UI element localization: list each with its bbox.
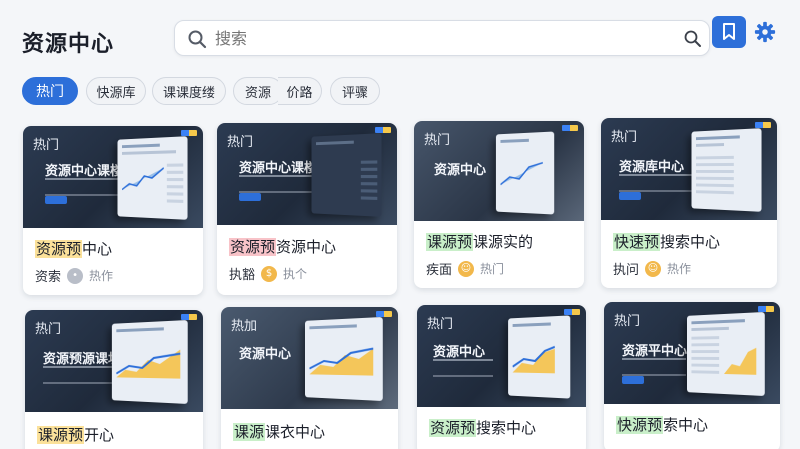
card-meta: 疾面 ☺ 热门 [426, 260, 505, 278]
card-thumbnail: 热加 资源中心 [221, 307, 398, 409]
tab-price[interactable]: 价路 [278, 77, 322, 105]
tab-resources[interactable]: 资源 [233, 77, 283, 105]
coin-icon: $ [261, 265, 278, 282]
resource-card[interactable]: 热加 资源中心 课源课衣中心 [221, 307, 398, 449]
coin-icon: ☺ [645, 260, 662, 277]
coin-icon: ☺ [458, 260, 475, 277]
bookmark-button[interactable] [712, 16, 746, 48]
card-thumbnail: 热门 资源平中心 [604, 302, 780, 404]
tab-fast-library[interactable]: 快源库 [86, 77, 146, 105]
resource-card[interactable]: 热门 资源预源课坊 课源预开心 [25, 310, 203, 449]
card-meta: 执豁 $ 执个 [229, 265, 308, 283]
card-tag: 热加 [231, 319, 258, 334]
card-tag: 热门 [611, 130, 638, 145]
card-thumbnail: 热门 资源中心 [414, 121, 584, 221]
resource-card[interactable]: 热门 资源中心 资源预搜索中心 [417, 305, 586, 449]
thumbnail-text: 资源平中心 [622, 344, 688, 359]
tab-hot[interactable]: 热门 [22, 77, 78, 105]
tab-courses[interactable]: 课课度缕 [152, 77, 226, 105]
screenshot-panel [495, 131, 555, 215]
search-submit-icon[interactable] [683, 29, 703, 49]
card-meta: 资索 • 热作 [35, 267, 114, 285]
screenshot-panel [117, 136, 188, 220]
thumbnail-text: 资源中心 [239, 347, 292, 362]
card-tag: 热门 [424, 133, 451, 148]
screenshot-panel [691, 128, 762, 212]
resource-card[interactable]: 热门 资源中心课楼视频 资源预中心 资索 • 热作 [23, 126, 203, 295]
card-title: 资源预搜索中心 [429, 419, 537, 437]
resource-card[interactable]: 热门 资源中心课楼视频 资源预资源中心 执豁 $ 执个 [217, 123, 397, 295]
resource-card[interactable]: 热门 资源库中心 快速预搜索中心 执问 ☺ 热作 [601, 118, 777, 288]
card-thumbnail: 热门 资源中心课楼视频 [217, 123, 397, 225]
search-box[interactable] [174, 20, 710, 56]
screenshot-panel [311, 133, 382, 217]
thumbnail-text: 资源库中心 [619, 160, 685, 175]
page-title: 资源中心 [22, 32, 115, 57]
card-tag: 热门 [427, 317, 454, 332]
screenshot-panel [508, 315, 571, 399]
screenshot-panel [686, 311, 765, 397]
card-tag: 热门 [33, 138, 60, 153]
user-icon: • [67, 267, 84, 284]
resource-card[interactable]: 热门 资源平中心 快源预索中心 [604, 302, 780, 449]
screenshot-panel [304, 316, 383, 402]
card-title: 课源预开心 [37, 426, 115, 444]
tab-reviews[interactable]: 评骤 [330, 77, 380, 105]
card-thumbnail: 热门 资源预源课坊 [25, 310, 203, 412]
thumbnail-text: 资源预源课坊 [43, 352, 122, 367]
thumbnail-text: 资源中心 [434, 163, 487, 178]
screenshot-panel [111, 320, 188, 404]
card-thumbnail: 热门 资源中心课楼视频 [23, 126, 203, 228]
card-thumbnail: 热门 资源中心 [417, 305, 586, 407]
card-tag: 热门 [227, 135, 254, 150]
card-title: 课源课衣中心 [233, 423, 326, 441]
card-tag: 热门 [35, 322, 62, 337]
search-icon [188, 30, 207, 49]
thumbnail-text: 资源中心 [433, 345, 486, 360]
card-title: 课源预课源实的 [426, 233, 534, 251]
bookmark-icon [723, 23, 735, 40]
card-title: 资源预资源中心 [229, 238, 337, 256]
card-tag: 热门 [614, 314, 641, 329]
card-thumbnail: 热门 资源库中心 [601, 118, 777, 220]
search-input[interactable] [215, 23, 665, 53]
card-title: 快速预搜索中心 [613, 233, 721, 251]
resource-card[interactable]: 热门 资源中心 课源预课源实的 疾面 ☺ 热门 [414, 121, 584, 288]
gear-icon[interactable] [754, 21, 776, 43]
card-meta: 执问 ☺ 热作 [613, 260, 692, 278]
card-title: 快源预索中心 [616, 416, 709, 434]
card-title: 资源预中心 [35, 240, 113, 258]
